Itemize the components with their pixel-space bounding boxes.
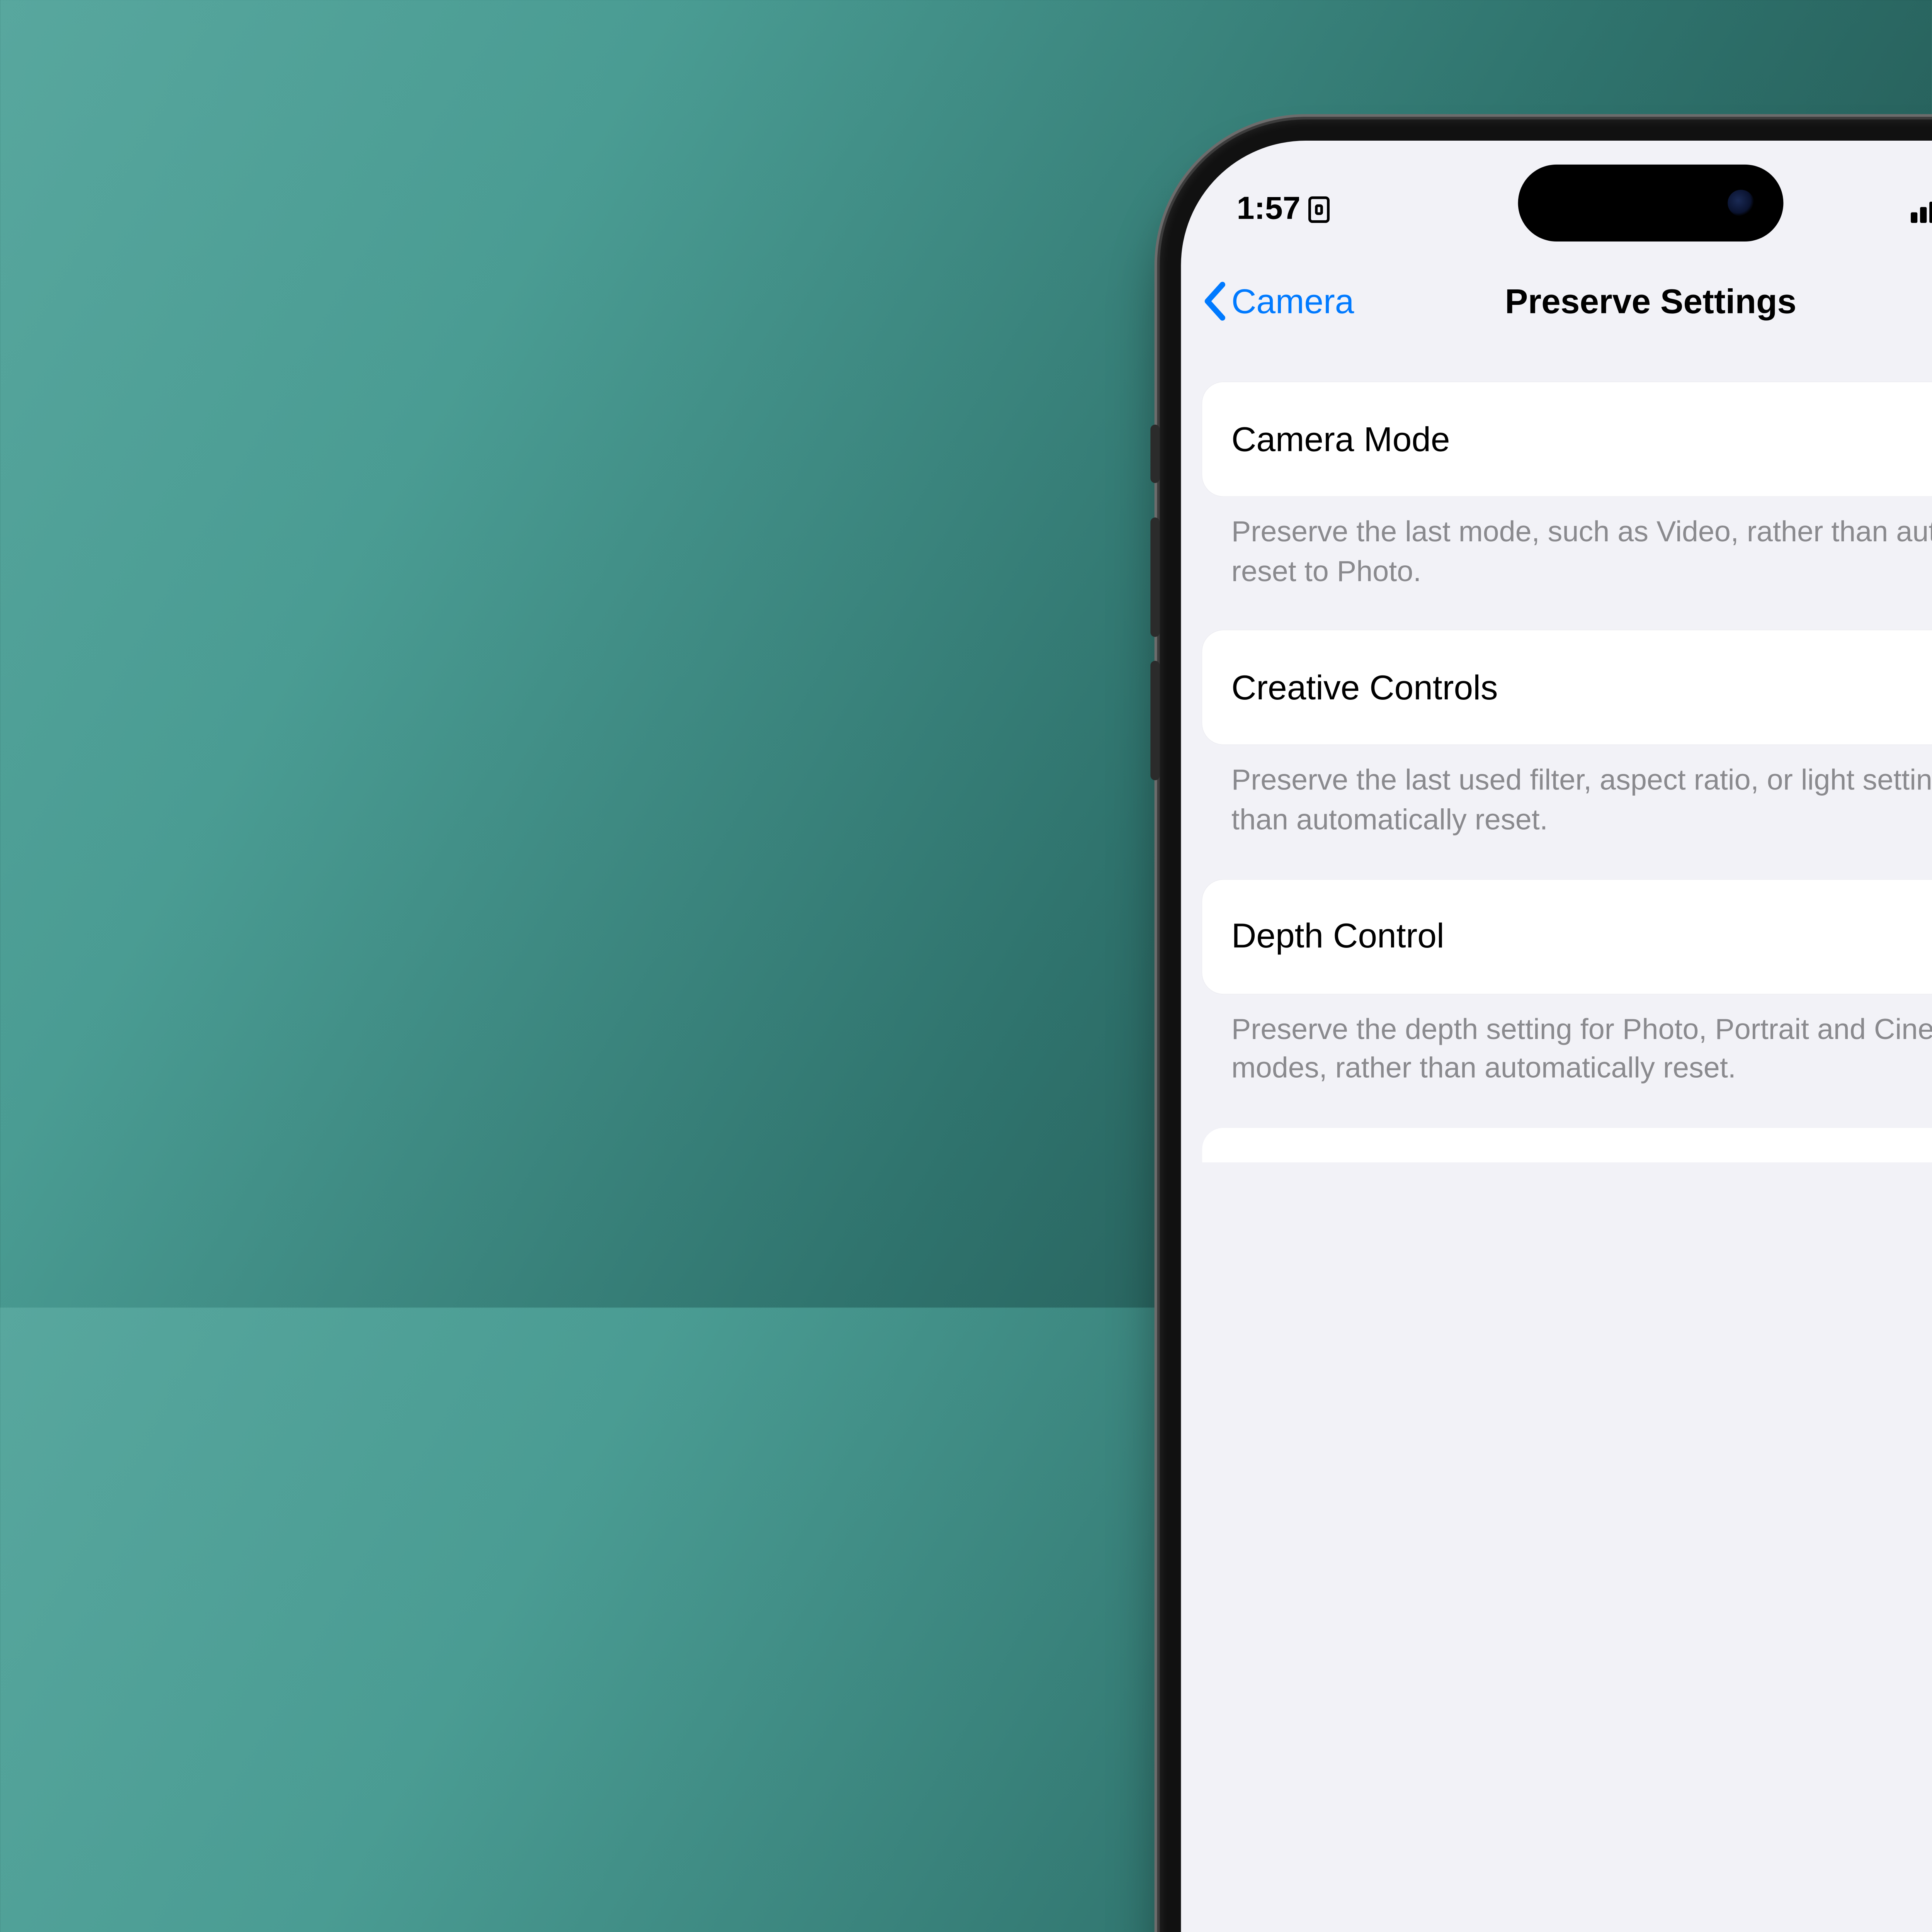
page-title: Preserve Settings <box>1505 281 1796 321</box>
setting-row-depth-control: Depth Control <box>1202 879 1932 993</box>
volume-up-button <box>1150 517 1160 637</box>
status-time: 1:57 <box>1237 191 1301 228</box>
setting-label: Camera Mode <box>1231 418 1450 459</box>
settings-list: Camera Mode Preserve the last mode, such… <box>1181 348 1932 1163</box>
dynamic-island <box>1518 165 1784 242</box>
back-label: Camera <box>1231 281 1354 321</box>
setting-row-creative-controls: Creative Controls <box>1202 631 1932 745</box>
setting-row-next <box>1202 1128 1932 1162</box>
phone-frame: 1:57 86 <box>1160 119 1932 1932</box>
setting-label: Depth Control <box>1231 916 1444 957</box>
mute-switch <box>1150 425 1160 483</box>
cellular-signal-icon <box>1911 196 1932 223</box>
setting-row-camera-mode: Camera Mode <box>1202 382 1932 496</box>
volume-down-button <box>1150 661 1160 780</box>
setting-group-camera-mode: Camera Mode Preserve the last mode, such… <box>1202 382 1932 591</box>
setting-label: Creative Controls <box>1231 667 1498 708</box>
setting-group-depth-control: Depth Control Preserve the depth setting… <box>1202 879 1932 1088</box>
back-button[interactable]: Camera <box>1199 281 1354 321</box>
setting-footer: Preserve the last mode, such as Video, r… <box>1202 496 1932 591</box>
navigation-bar: Camera Preserve Settings <box>1181 255 1932 347</box>
sim-icon <box>1308 196 1330 223</box>
setting-footer: Preserve the last used filter, aspect ra… <box>1202 745 1932 840</box>
chevron-left-icon <box>1199 281 1229 321</box>
setting-footer: Preserve the depth setting for Photo, Po… <box>1202 993 1932 1088</box>
setting-group-creative-controls: Creative Controls Preserve the last used… <box>1202 631 1932 839</box>
screen: 1:57 86 <box>1181 141 1932 1932</box>
